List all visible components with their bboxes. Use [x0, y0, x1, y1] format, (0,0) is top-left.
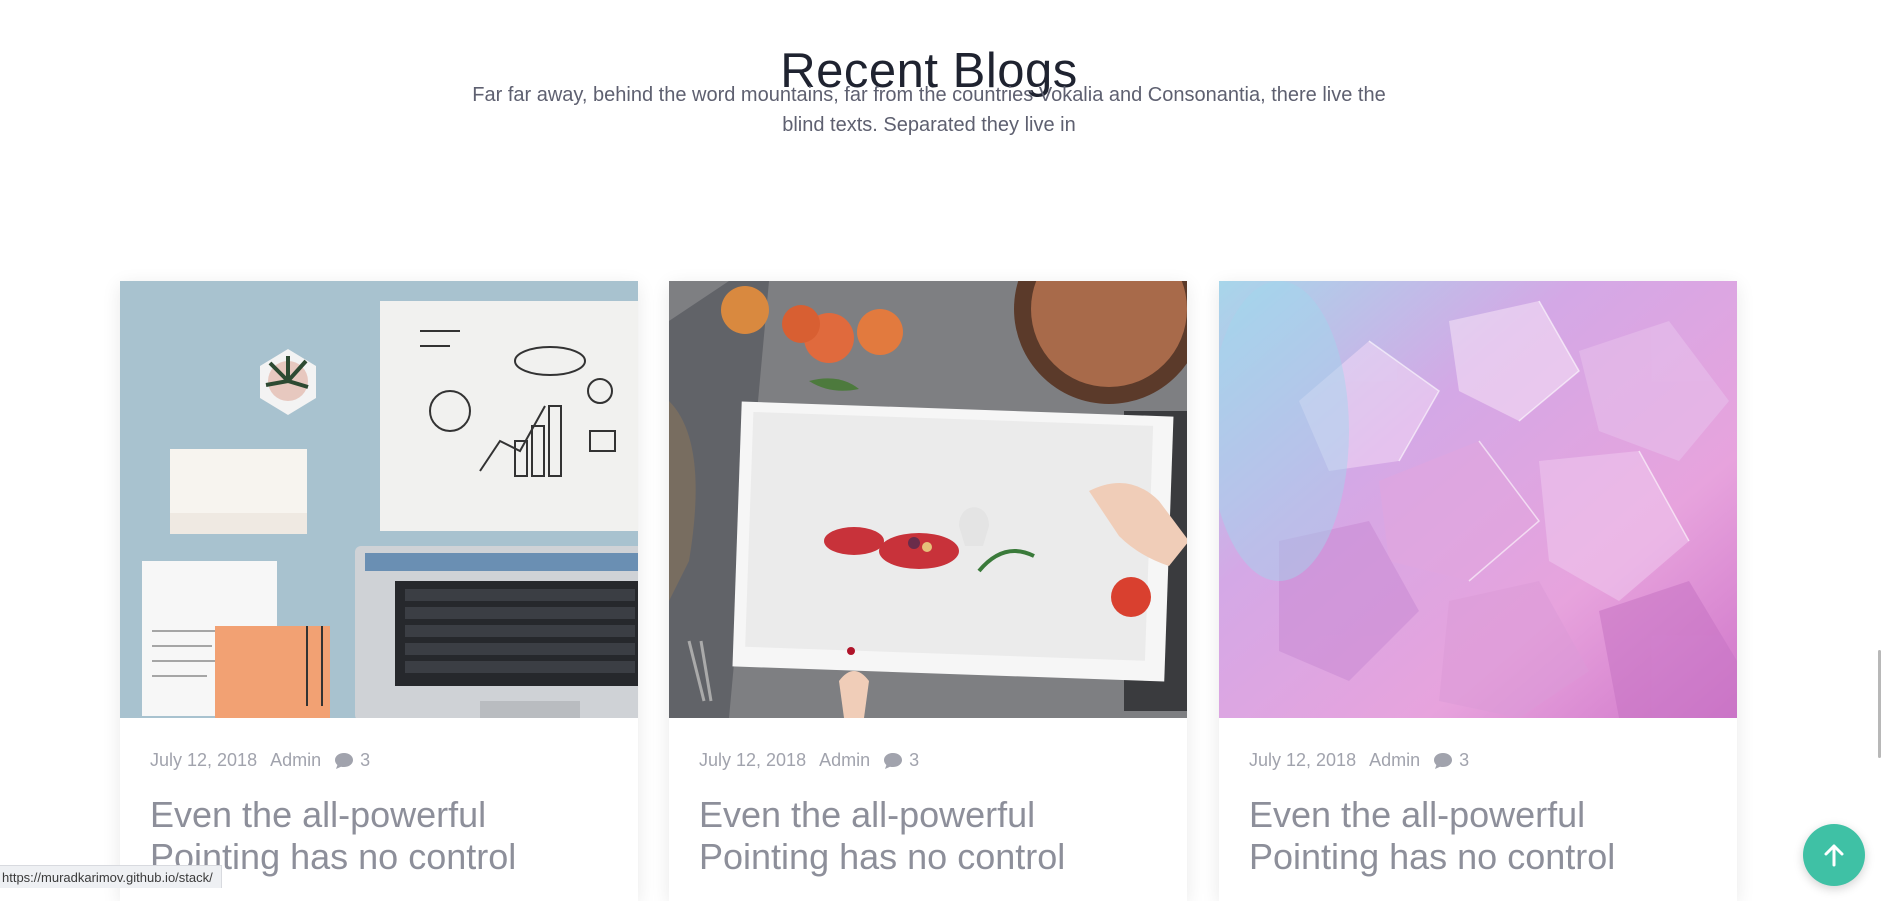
chat-bubble-icon — [884, 752, 903, 769]
chat-bubble-icon — [1434, 752, 1453, 769]
blog-image-pie[interactable] — [669, 281, 1187, 718]
post-date[interactable]: July 12, 2018 — [1249, 750, 1356, 771]
blog-card[interactable]: July 12, 2018 Admin 3 Even the all-power… — [1219, 281, 1737, 901]
arrow-up-icon — [1824, 844, 1844, 867]
post-meta: July 12, 2018 Admin 3 — [1249, 750, 1469, 771]
post-title[interactable]: Even the all-powerful Pointing has no co… — [1249, 794, 1719, 878]
blog-image-desk[interactable] — [120, 281, 638, 718]
status-bar-url: https://muradkarimov.github.io/stack/ — [0, 865, 222, 888]
comment-count-value: 3 — [1459, 750, 1470, 770]
post-date[interactable]: July 12, 2018 — [699, 750, 806, 771]
comment-count[interactable]: 3 — [1433, 750, 1469, 771]
blog-card[interactable]: July 12, 2018 Admin 3 Even the all-power… — [120, 281, 638, 901]
post-author[interactable]: Admin — [1369, 750, 1420, 771]
scrollbar-thumb[interactable] — [1878, 650, 1881, 758]
blog-image-crystal[interactable] — [1219, 281, 1737, 718]
post-author[interactable]: Admin — [819, 750, 870, 771]
post-meta: July 12, 2018 Admin 3 — [699, 750, 919, 771]
chat-bubble-icon — [335, 752, 354, 769]
comment-count-value: 3 — [909, 750, 920, 770]
post-date[interactable]: July 12, 2018 — [150, 750, 257, 771]
blog-card[interactable]: July 12, 2018 Admin 3 Even the all-power… — [669, 281, 1187, 901]
comment-count[interactable]: 3 — [883, 750, 919, 771]
section-subtitle: Far far away, behind the word mountains,… — [472, 84, 1386, 136]
post-title[interactable]: Even the all-powerful Pointing has no co… — [699, 794, 1169, 878]
post-meta: July 12, 2018 Admin 3 — [150, 750, 370, 771]
comment-count-value: 3 — [360, 750, 371, 770]
back-to-top-button[interactable] — [1803, 824, 1865, 886]
comment-count[interactable]: 3 — [334, 750, 370, 771]
post-author[interactable]: Admin — [270, 750, 321, 771]
